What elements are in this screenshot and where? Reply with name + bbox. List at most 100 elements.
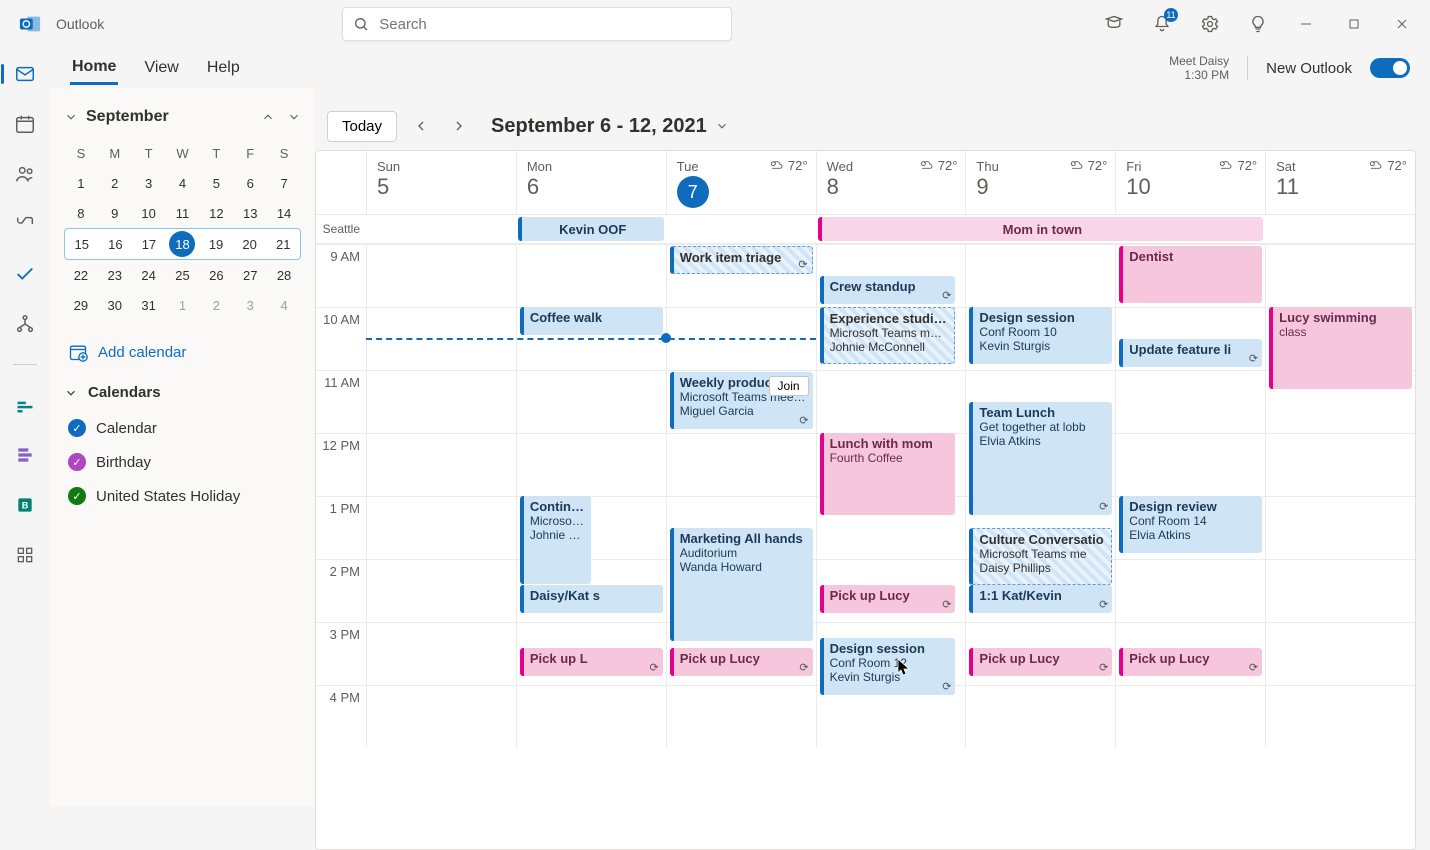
mini-day[interactable]: 15 bbox=[65, 229, 99, 259]
day-column[interactable] bbox=[366, 244, 516, 748]
mini-day[interactable]: 2 bbox=[199, 290, 233, 320]
day-column[interactable]: Coffee walkContinuingMicrosoft TeJohnie … bbox=[516, 244, 666, 748]
calendar-event[interactable]: Weekly product team syncMicrosoft Teams … bbox=[670, 372, 813, 429]
mini-day[interactable]: 21 bbox=[266, 229, 300, 259]
prev-month-icon[interactable] bbox=[261, 110, 275, 124]
rail-calendar-icon[interactable] bbox=[9, 108, 41, 140]
calendar-event[interactable]: Work item triage⟳ bbox=[670, 246, 813, 274]
mini-day[interactable]: 29 bbox=[64, 290, 98, 320]
mini-day[interactable]: 3 bbox=[233, 290, 267, 320]
mini-day[interactable]: 3 bbox=[132, 168, 166, 198]
mini-day[interactable]: 24 bbox=[132, 260, 166, 290]
minimize-icon[interactable] bbox=[1286, 4, 1326, 44]
join-button[interactable]: Join bbox=[769, 376, 809, 396]
day-column[interactable]: Dentist Update feature li⟳ Design reviewCo… bbox=[1115, 244, 1265, 748]
training-icon[interactable] bbox=[1094, 4, 1134, 44]
mini-day[interactable]: 5 bbox=[199, 168, 233, 198]
day-header[interactable]: Sun 5 bbox=[366, 151, 516, 214]
calendar-event[interactable]: Team LunchGet together at lobbElvia Atki… bbox=[969, 402, 1112, 515]
tab-help[interactable]: Help bbox=[205, 53, 242, 83]
rail-mail-icon[interactable] bbox=[9, 58, 41, 90]
day-header[interactable]: Wed 8 72° bbox=[816, 151, 966, 214]
rail-files-icon[interactable] bbox=[9, 208, 41, 240]
mini-day[interactable]: 28 bbox=[267, 260, 301, 290]
calendar-event[interactable]: ContinuingMicrosoft TeJohnie McC bbox=[520, 496, 591, 584]
mini-day[interactable]: 18 bbox=[169, 231, 195, 257]
new-outlook-toggle[interactable] bbox=[1370, 58, 1410, 78]
mini-day[interactable]: 30 bbox=[98, 290, 132, 320]
mini-day[interactable]: 16 bbox=[99, 229, 133, 259]
calendar-event[interactable]: Update feature li⟳ bbox=[1119, 339, 1262, 367]
calendar-event[interactable]: Pick up Lucy⟳ bbox=[1119, 648, 1262, 676]
mini-day[interactable]: 31 bbox=[132, 290, 166, 320]
mini-day[interactable]: 2 bbox=[98, 168, 132, 198]
date-range-picker[interactable]: September 6 - 12, 2021 bbox=[491, 115, 729, 138]
tips-icon[interactable] bbox=[1238, 4, 1278, 44]
tab-view[interactable]: View bbox=[142, 53, 180, 83]
calendar-event[interactable]: Daisy/Kat s bbox=[520, 585, 663, 613]
mini-day[interactable]: 17 bbox=[132, 229, 166, 259]
mini-day[interactable]: 7 bbox=[267, 168, 301, 198]
mini-day[interactable]: 6 bbox=[233, 168, 267, 198]
calendar-event[interactable]: Pick up L⟳ bbox=[520, 648, 663, 676]
mini-day[interactable]: 4 bbox=[166, 168, 200, 198]
day-header[interactable]: Mon 6 bbox=[516, 151, 666, 214]
calendar-event[interactable]: Pick up Lucy⟳ bbox=[969, 648, 1112, 676]
next-week-icon[interactable] bbox=[445, 112, 473, 140]
mini-day[interactable]: 8 bbox=[64, 198, 98, 228]
mini-day[interactable]: 14 bbox=[267, 198, 301, 228]
mini-day[interactable]: 20 bbox=[233, 229, 267, 259]
calendar-event[interactable]: Marketing All handsAuditoriumWanda Howar… bbox=[670, 528, 813, 641]
search-input[interactable] bbox=[379, 16, 721, 33]
day-column[interactable]: Crew standup⟳Experience studio syncMicro… bbox=[816, 244, 966, 748]
rail-todo-icon[interactable] bbox=[9, 258, 41, 290]
day-column[interactable]: Work item triage⟳ Weekly product team syn… bbox=[666, 244, 816, 748]
mini-day[interactable]: 22 bbox=[64, 260, 98, 290]
today-button[interactable]: Today bbox=[327, 111, 397, 142]
mini-day[interactable]: 1 bbox=[166, 290, 200, 320]
mini-day[interactable]: 12 bbox=[199, 198, 233, 228]
day-column[interactable]: Lucy swimmingclass bbox=[1265, 244, 1415, 748]
close-icon[interactable] bbox=[1382, 4, 1422, 44]
rail-org-icon[interactable] bbox=[9, 308, 41, 340]
calendar-list-item[interactable]: ✓United States Holiday bbox=[64, 479, 301, 513]
calendar-event[interactable]: 1:1 Kat/Kevin⟳ bbox=[969, 585, 1112, 613]
next-month-icon[interactable] bbox=[287, 110, 301, 124]
prev-week-icon[interactable] bbox=[407, 112, 435, 140]
notifications-icon[interactable]: 11 bbox=[1142, 4, 1182, 44]
rail-yammer-icon[interactable] bbox=[9, 439, 41, 471]
calendar-event[interactable]: Design sessionConf Room 12Kevin Sturgis⟳ bbox=[820, 638, 956, 695]
day-header[interactable]: Sat 11 72° bbox=[1265, 151, 1415, 214]
day-header[interactable]: Thu 9 72° bbox=[965, 151, 1115, 214]
mini-day[interactable]: 4 bbox=[267, 290, 301, 320]
mini-day[interactable]: 9 bbox=[98, 198, 132, 228]
mini-calendar[interactable]: SMTWTFS123456789101112131415161718192021… bbox=[64, 138, 301, 320]
tab-home[interactable]: Home bbox=[70, 52, 118, 85]
calendar-event[interactable]: Pick up Lucy⟳ bbox=[820, 585, 956, 613]
calendar-event[interactable]: Design reviewConf Room 14Elvia Atkins bbox=[1119, 496, 1262, 553]
search-box[interactable] bbox=[342, 7, 732, 41]
mini-day[interactable]: 26 bbox=[199, 260, 233, 290]
calendar-event[interactable]: Pick up Lucy⟳ bbox=[670, 648, 813, 676]
calendar-list-item[interactable]: ✓Calendar bbox=[64, 411, 301, 445]
mini-day[interactable]: 25 bbox=[166, 260, 200, 290]
calendar-surface[interactable]: Sun 5 Mon 6 Tue 7 72° Wed 8 72° Thu 9 72… bbox=[315, 150, 1416, 850]
calendar-event[interactable]: Lucy swimmingclass bbox=[1269, 307, 1412, 389]
add-calendar-button[interactable]: Add calendar bbox=[68, 342, 301, 362]
mini-day[interactable]: 19 bbox=[199, 229, 233, 259]
mini-day[interactable]: 27 bbox=[233, 260, 267, 290]
allday-event[interactable]: Kevin OOF bbox=[518, 217, 664, 241]
calendars-section-header[interactable]: Calendars bbox=[64, 384, 301, 401]
mini-day[interactable]: 1 bbox=[64, 168, 98, 198]
day-header[interactable]: Tue 7 72° bbox=[666, 151, 816, 214]
rail-more-apps-icon[interactable] bbox=[9, 539, 41, 571]
calendar-event[interactable]: Lunch with momFourth Coffee bbox=[820, 433, 956, 515]
day-column[interactable]: Design sessionConf Room 10Kevin SturgisT… bbox=[965, 244, 1115, 748]
calendar-event[interactable]: Culture ConversatioMicrosoft Teams meDai… bbox=[969, 528, 1112, 585]
rail-app1-icon[interactable] bbox=[9, 389, 41, 421]
calendar-event[interactable]: Dentist bbox=[1119, 246, 1262, 303]
rail-bookings-icon[interactable]: B bbox=[9, 489, 41, 521]
settings-icon[interactable] bbox=[1190, 4, 1230, 44]
mini-day[interactable]: 23 bbox=[98, 260, 132, 290]
up-next[interactable]: Meet Daisy 1:30 PM bbox=[1169, 54, 1229, 82]
